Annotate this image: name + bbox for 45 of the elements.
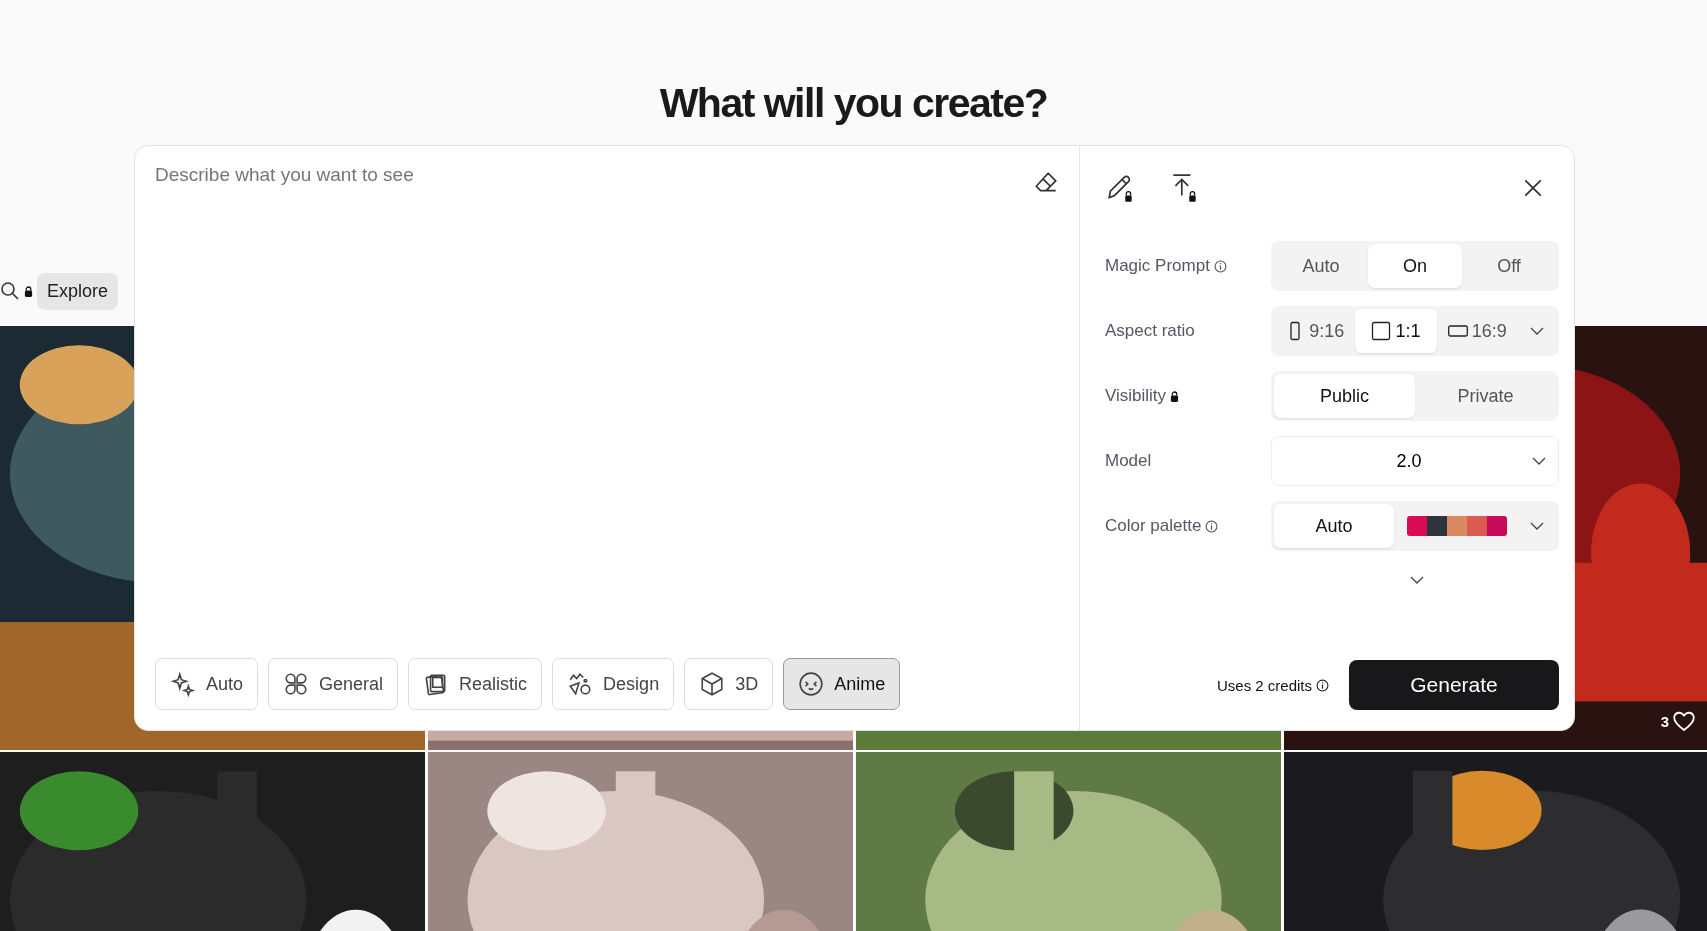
chevron-down-icon[interactable] (1530, 327, 1544, 335)
lock-icon (24, 285, 33, 297)
info-icon[interactable] (1213, 259, 1227, 273)
model-select[interactable]: 2.0 (1271, 436, 1559, 486)
style-button[interactable]: 3D (684, 658, 774, 710)
setting-label: Model (1105, 451, 1152, 471)
aspect-ratio-option[interactable]: 16:9 (1436, 309, 1518, 353)
setting-label: Aspect ratio (1105, 321, 1195, 341)
setting-label: Color palette (1105, 516, 1202, 536)
explore-tab[interactable]: Explore (37, 272, 119, 310)
style-button[interactable]: Realistic (408, 658, 543, 710)
magic-prompt-option[interactable]: Auto (1274, 244, 1368, 288)
magic-prompt-option[interactable]: On (1368, 244, 1462, 288)
palette-swatches[interactable] (1407, 516, 1507, 536)
setting-label: Visibility (1105, 386, 1167, 406)
style-button[interactable]: Design (552, 658, 675, 710)
like-count: 3 (1660, 712, 1669, 730)
visibility-option[interactable]: Private (1415, 374, 1556, 418)
page-title: What will you create? (658, 79, 1049, 128)
setting-label: Magic Prompt (1105, 256, 1210, 276)
close-icon[interactable] (1522, 177, 1544, 199)
chevron-down-icon (1532, 457, 1546, 465)
lock-icon (1170, 390, 1180, 402)
sparkle-icon (170, 671, 196, 697)
style-button[interactable]: General (268, 658, 399, 710)
aspect-ratio-option[interactable]: 9:16 (1274, 309, 1356, 353)
visibility-option[interactable]: Public (1274, 374, 1415, 418)
expand-icon[interactable] (1410, 576, 1424, 584)
search-icon[interactable] (0, 281, 20, 301)
cube-icon (699, 671, 726, 697)
magic-prompt-option[interactable]: Off (1462, 244, 1556, 288)
heart-icon[interactable] (1672, 710, 1696, 732)
square-icon (1371, 321, 1392, 341)
style-button[interactable]: Auto (155, 658, 259, 710)
generate-button[interactable]: Generate (1349, 660, 1559, 710)
credits-text: Uses 2 credits (1216, 676, 1312, 694)
chevron-down-icon[interactable] (1530, 522, 1544, 530)
palette-auto-option[interactable]: Auto (1274, 504, 1394, 548)
style-button[interactable]: Anime (783, 658, 901, 710)
aspect-ratio-option[interactable]: 1:1 (1355, 309, 1437, 353)
shapes-icon (567, 671, 594, 697)
face-icon (798, 671, 825, 697)
info-icon[interactable] (1205, 519, 1219, 533)
clover-icon (283, 671, 310, 697)
info-icon[interactable] (1316, 678, 1329, 692)
